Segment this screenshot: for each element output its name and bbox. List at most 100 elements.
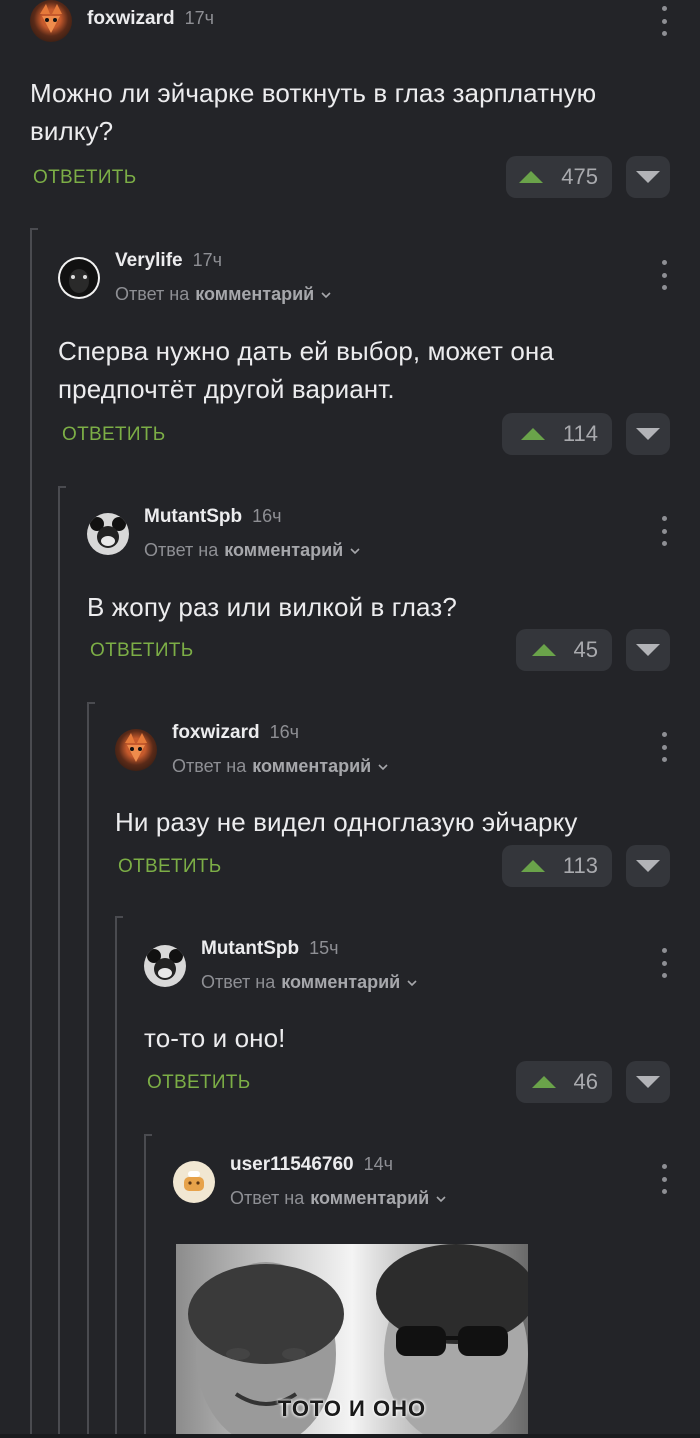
- reply-to-prefix: Ответ на: [115, 284, 190, 304]
- vote-count: 475: [561, 164, 598, 189]
- more-options-icon[interactable]: [658, 1164, 670, 1194]
- mickey-icon: [90, 516, 126, 548]
- comment-header: MutantSpb 16ч Ответ на комментарий: [87, 506, 361, 561]
- more-options-icon[interactable]: [658, 516, 670, 546]
- vote-count: 45: [573, 637, 598, 662]
- comment-header: MutantSpb 15ч Ответ на комментарий: [144, 938, 418, 993]
- arrow-down-icon: [636, 644, 660, 656]
- arrow-down-icon: [636, 428, 660, 440]
- comment-header: Verylife 17ч Ответ на комментарий: [58, 250, 332, 305]
- avatar-fox[interactable]: [115, 728, 157, 771]
- comment-header: foxwizard 16ч Ответ на комментарий: [115, 722, 389, 777]
- downvote-button[interactable]: [626, 845, 670, 887]
- chevron-down-icon: [436, 1195, 446, 1202]
- bread-icon: [184, 1170, 204, 1191]
- comment-thread: foxwizard 17ч Можно ли эйчарке воткнуть …: [0, 0, 700, 1438]
- comment-text: Ни разу не видел одноглазую эйчарку: [115, 807, 578, 837]
- meme-caption: ТОТО И ОНО: [277, 1396, 427, 1421]
- reply-button[interactable]: ОТВЕТИТЬ: [147, 1072, 250, 1094]
- vote-count: 114: [562, 421, 598, 446]
- silhouette-icon: [60, 258, 98, 297]
- username[interactable]: MutantSpb: [201, 938, 299, 960]
- reply-to-link[interactable]: Ответ на комментарий: [115, 284, 332, 305]
- more-options-icon[interactable]: [658, 260, 670, 290]
- more-options-icon[interactable]: [658, 948, 670, 978]
- upvote-button[interactable]: 475: [506, 156, 612, 198]
- username[interactable]: foxwizard: [87, 8, 175, 30]
- timestamp: 14ч: [363, 1154, 394, 1174]
- avatar-mutantspb[interactable]: [87, 512, 129, 555]
- reply-to-target[interactable]: комментарий: [195, 284, 314, 305]
- downvote-button[interactable]: [626, 156, 670, 198]
- vote-count: 46: [573, 1069, 598, 1094]
- arrow-up-icon: [520, 860, 545, 872]
- upvote-button[interactable]: 46: [516, 1061, 612, 1103]
- comment-text: Можно ли эйчарке воткнуть в глаз зарплат…: [30, 78, 597, 146]
- arrow-down-icon: [636, 860, 660, 872]
- reply-button[interactable]: ОТВЕТИТЬ: [33, 167, 136, 189]
- downvote-button[interactable]: [626, 413, 670, 455]
- avatar-fox[interactable]: [30, 0, 72, 42]
- arrow-up-icon: [519, 171, 544, 183]
- reply-to-link[interactable]: Ответ на комментарий: [144, 540, 361, 561]
- thread-line-3[interactable]: [87, 702, 95, 1438]
- comment-header: foxwizard 17ч: [30, 0, 214, 42]
- chevron-down-icon: [350, 547, 360, 554]
- arrow-up-icon: [520, 428, 545, 440]
- reply-to-prefix: Ответ на: [201, 972, 276, 992]
- username[interactable]: MutantSpb: [144, 506, 242, 528]
- chevron-down-icon: [378, 763, 388, 770]
- comment-text: то-то и оно!: [144, 1023, 286, 1053]
- comment-text: В жопу раз или вилкой в глаз?: [87, 592, 457, 622]
- username[interactable]: foxwizard: [172, 722, 260, 744]
- thread-line-1[interactable]: [30, 228, 38, 1438]
- thread-line-2[interactable]: [58, 486, 66, 1438]
- downvote-button[interactable]: [626, 629, 670, 671]
- reply-to-target[interactable]: комментарий: [224, 540, 343, 561]
- arrow-up-icon: [531, 1076, 556, 1088]
- timestamp: 17ч: [184, 8, 215, 28]
- upvote-button[interactable]: 114: [502, 413, 612, 455]
- bottom-edge: [0, 1434, 700, 1438]
- reply-button[interactable]: ОТВЕТИТЬ: [118, 856, 221, 878]
- reply-to-prefix: Ответ на: [172, 756, 247, 776]
- timestamp: 17ч: [192, 250, 223, 270]
- timestamp: 16ч: [252, 506, 282, 526]
- reply-to-target[interactable]: комментарий: [310, 1188, 429, 1209]
- timestamp: 16ч: [269, 722, 300, 742]
- reply-to-link[interactable]: Ответ на комментарий: [172, 756, 389, 777]
- vote-count: 113: [562, 853, 598, 878]
- reply-button[interactable]: ОТВЕТИТЬ: [90, 640, 193, 662]
- reply-to-target[interactable]: комментарий: [281, 972, 400, 993]
- mickey-icon: [147, 948, 183, 980]
- comment-text: Сперва нужно дать ей выбор, может она пр…: [58, 336, 554, 404]
- timestamp: 15ч: [309, 938, 339, 958]
- more-options-icon[interactable]: [658, 732, 670, 762]
- upvote-button[interactable]: 113: [502, 845, 612, 887]
- fox-icon: [40, 4, 62, 33]
- arrow-up-icon: [531, 644, 556, 656]
- fox-icon: [125, 732, 147, 762]
- avatar-user11546760[interactable]: [173, 1160, 215, 1203]
- thread-line-5[interactable]: [144, 1134, 152, 1438]
- reply-to-link[interactable]: Ответ на комментарий: [201, 972, 418, 993]
- upvote-button[interactable]: 45: [516, 629, 612, 671]
- username[interactable]: Verylife: [115, 250, 183, 272]
- username[interactable]: user11546760: [230, 1154, 354, 1176]
- more-options-icon[interactable]: [658, 6, 670, 36]
- thread-line-4[interactable]: [115, 916, 123, 1438]
- arrow-down-icon: [636, 171, 660, 183]
- chevron-down-icon: [321, 291, 331, 298]
- avatar-verylife[interactable]: [58, 256, 100, 299]
- downvote-button[interactable]: [626, 1061, 670, 1103]
- reply-to-prefix: Ответ на: [230, 1188, 305, 1208]
- reply-to-target[interactable]: комментарий: [252, 756, 371, 777]
- reply-to-link[interactable]: Ответ на комментарий: [230, 1188, 447, 1209]
- comment-header: user11546760 14ч Ответ на комментарий: [173, 1154, 447, 1209]
- chevron-down-icon: [407, 979, 417, 986]
- meme-image[interactable]: ТОТО И ОНО: [176, 1244, 528, 1438]
- reply-to-prefix: Ответ на: [144, 540, 219, 560]
- arrow-down-icon: [636, 1076, 660, 1088]
- reply-button[interactable]: ОТВЕТИТЬ: [62, 424, 165, 446]
- avatar-mutantspb[interactable]: [144, 944, 186, 987]
